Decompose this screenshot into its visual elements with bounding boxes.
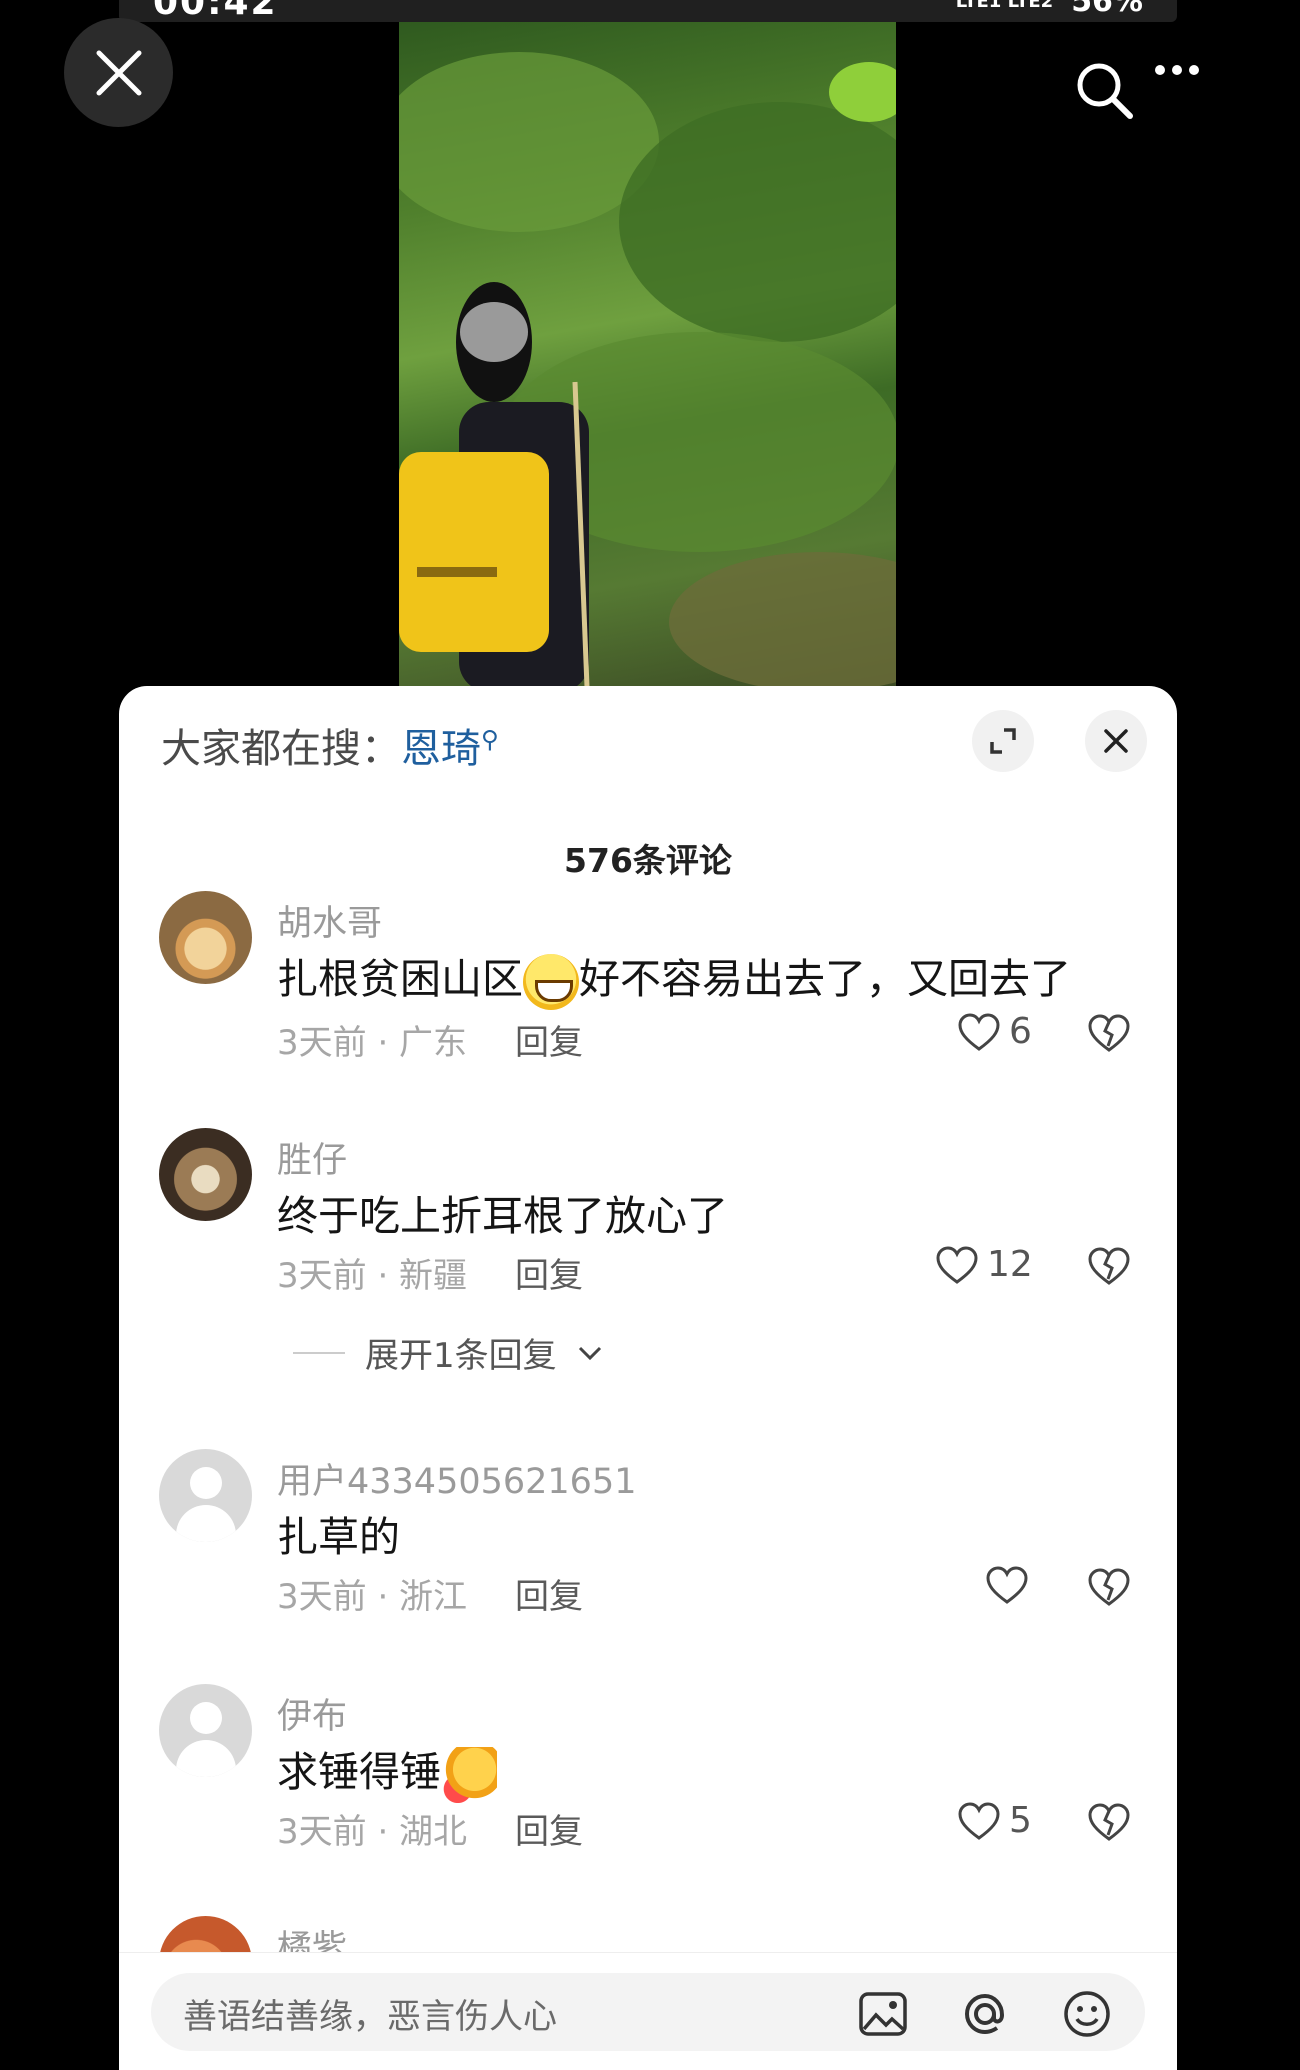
avatar[interactable]	[159, 1128, 252, 1221]
at-icon	[964, 1993, 1005, 2035]
broken-heart-icon	[1088, 1803, 1130, 1841]
reply-button[interactable]: 回复	[515, 1569, 583, 1618]
comments-panel: 大家都在搜：恩琦⚲ 576条评论 胡水哥 扎根贫困山区 好不容易出去了，又回去了 …	[119, 686, 1177, 2070]
expand-icon	[990, 728, 1016, 754]
dislike-button[interactable]	[1087, 1246, 1131, 1290]
keyword-search-icon: ⚲	[481, 725, 499, 754]
search-icon	[1077, 63, 1133, 119]
hot-search-label: 大家都在搜：	[161, 726, 401, 772]
dislike-button[interactable]	[1087, 1567, 1131, 1611]
grin-emoji-icon	[523, 954, 579, 1010]
divider-line	[293, 1351, 345, 1354]
expand-replies-label: 展开1条回复	[365, 1336, 557, 1376]
status-time: 00:42	[153, 0, 278, 22]
like-button[interactable]	[985, 1565, 1029, 1605]
broken-heart-icon	[1088, 1014, 1130, 1052]
comment-meta: 3天前 · 新疆	[277, 1256, 468, 1296]
reply-button[interactable]: 回复	[515, 1015, 583, 1064]
heart-icon	[986, 1566, 1028, 1604]
comment-text-part: 扎根贫困山区	[277, 955, 523, 1003]
close-icon	[1104, 729, 1128, 753]
image-icon	[859, 1992, 907, 2036]
emoji-icon	[1064, 1991, 1110, 2037]
avatar[interactable]	[159, 891, 252, 984]
comment-text: 扎根贫困山区 好不容易出去了，又回去了	[277, 945, 1071, 1010]
avatar-head	[190, 1467, 222, 1499]
comment-text-part: 终于吃上折耳根了放心了	[277, 1192, 728, 1240]
avatar-body	[176, 1505, 236, 1542]
avatar-head	[190, 1702, 222, 1734]
close-video-button[interactable]	[64, 18, 173, 127]
comment-text: 终于吃上折耳根了放心了	[277, 1182, 728, 1242]
comment-text-part: 求锤得锤	[277, 1748, 441, 1796]
avatar[interactable]	[159, 1449, 252, 1542]
more-button[interactable]	[1154, 58, 1200, 82]
status-bar: 00:42 LTE1 LTE2 56%	[119, 0, 1177, 22]
dislike-button[interactable]	[1087, 1802, 1131, 1846]
comment-text-part: 好不容易出去了，又回去了	[579, 955, 1071, 1003]
comment-text-part: 扎草的	[277, 1513, 400, 1561]
dislike-button[interactable]	[1087, 1013, 1131, 1057]
comment-input-placeholder[interactable]: 善语结善缘，恶言伤人心	[183, 1989, 557, 2038]
video-player[interactable]	[399, 22, 896, 687]
heart-icon	[958, 1801, 1000, 1840]
hot-search-bar[interactable]: 大家都在搜：恩琦⚲	[161, 716, 499, 774]
comment-meta: 3天前 · 浙江	[277, 1577, 468, 1617]
mention-button[interactable]	[957, 1989, 1013, 2039]
image-button[interactable]	[855, 1989, 911, 2039]
like-count: 5	[1009, 1800, 1032, 1841]
broken-heart-icon	[1088, 1247, 1130, 1285]
emoji-button[interactable]	[1059, 1989, 1115, 2039]
comment-username[interactable]: 用户4334505621651	[277, 1453, 637, 1504]
avatar-body	[176, 1740, 236, 1777]
close-icon	[96, 50, 141, 95]
close-panel-button[interactable]	[1085, 710, 1147, 772]
comment-username[interactable]: 胜仔	[277, 1132, 347, 1183]
expand-panel-button[interactable]	[972, 710, 1034, 772]
thumbs-up-emoji-icon	[441, 1747, 497, 1803]
comment-text: 求锤得锤	[277, 1738, 497, 1803]
expand-replies-button[interactable]: 展开1条回复	[293, 1328, 603, 1377]
chevron-down-icon	[578, 1346, 601, 1360]
heart-icon	[936, 1245, 978, 1284]
comment-input-bar: 善语结善缘，恶言伤人心	[119, 1952, 1177, 2070]
like-count: 6	[1009, 1011, 1032, 1052]
more-icon	[1155, 65, 1199, 75]
hot-search-keyword[interactable]: 恩琦	[401, 726, 481, 772]
comment-username[interactable]: 伊布	[277, 1688, 347, 1739]
status-right: LTE1 LTE2 56%	[956, 0, 1143, 19]
battery-level: 56%	[1071, 0, 1143, 19]
comment-meta: 3天前 · 广东	[277, 1023, 468, 1063]
search-button[interactable]	[1072, 58, 1136, 122]
reply-button[interactable]: 回复	[515, 1248, 583, 1297]
comment-meta: 3天前 · 湖北	[277, 1812, 468, 1852]
comment-text: 扎草的	[277, 1503, 400, 1563]
like-button[interactable]: 12	[935, 1244, 1033, 1285]
reply-button[interactable]: 回复	[515, 1804, 583, 1853]
comment-count: 576条评论	[564, 841, 732, 880]
comment-input[interactable]: 善语结善缘，恶言伤人心	[151, 1973, 1145, 2051]
network-indicator: LTE1 LTE2	[955, 0, 1054, 12]
like-count: 12	[987, 1244, 1033, 1285]
like-button[interactable]: 6	[957, 1011, 1032, 1052]
avatar[interactable]	[159, 1684, 252, 1777]
broken-heart-icon	[1088, 1568, 1130, 1606]
comment-username[interactable]: 胡水哥	[277, 895, 382, 946]
heart-icon	[958, 1012, 1000, 1051]
video-frame-image	[399, 52, 896, 687]
like-button[interactable]: 5	[957, 1800, 1032, 1841]
